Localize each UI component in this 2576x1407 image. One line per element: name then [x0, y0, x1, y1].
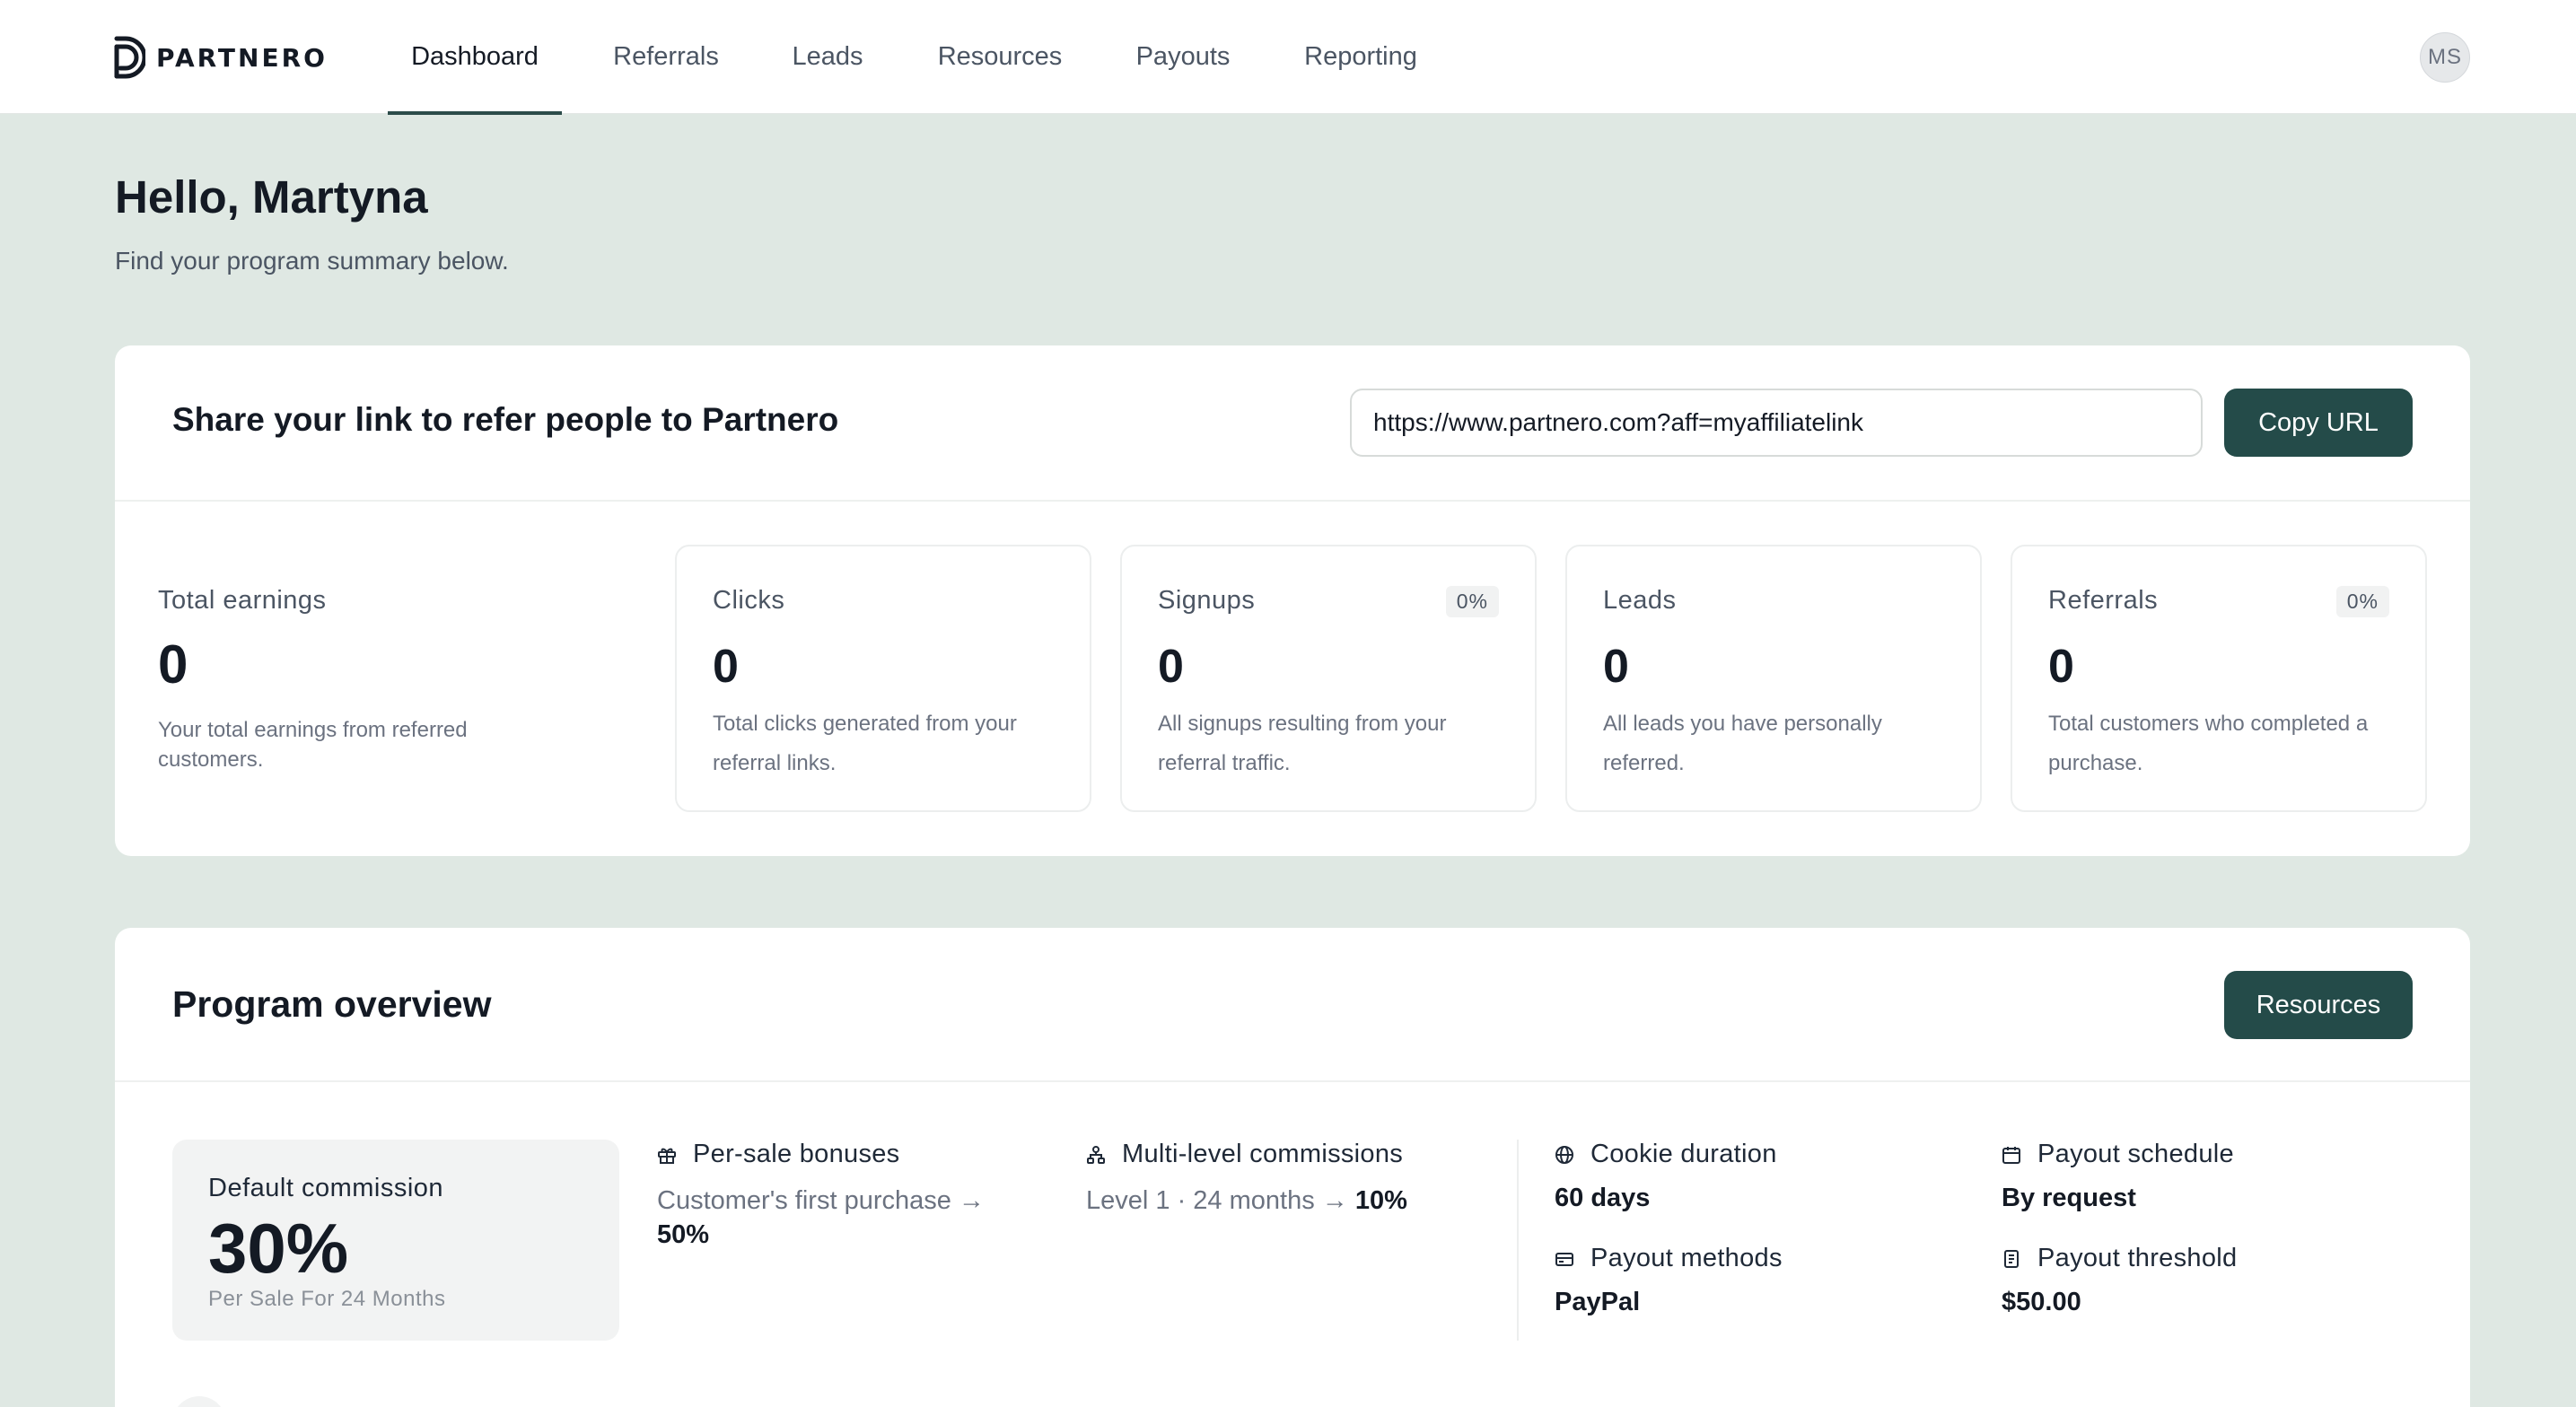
- cookie-label: Cookie duration: [1590, 1140, 1777, 1168]
- page-title: Hello, Martyna: [115, 171, 428, 223]
- user-avatar[interactable]: MS: [2420, 32, 2470, 83]
- referral-url-input[interactable]: [1350, 389, 2203, 457]
- cookie-duration: Cookie duration 60 days: [1555, 1140, 1950, 1213]
- multilevel-text: Level 1 · 24 months →: [1086, 1186, 1348, 1215]
- brand-name: PARTNERO: [156, 42, 328, 73]
- partnero-logo-icon: [114, 36, 145, 79]
- tab-leads[interactable]: Leads: [768, 0, 887, 114]
- percentage-badge: 0%: [1445, 586, 1499, 617]
- payout-schedule: Payout schedule By request: [2002, 1140, 2396, 1213]
- tab-payouts[interactable]: Payouts: [1113, 0, 1253, 114]
- bonuses-value: 50%: [657, 1220, 710, 1249]
- cookie-value: 60 days: [1555, 1184, 1651, 1212]
- commission-label: Default commission: [208, 1174, 444, 1202]
- stat-total-earnings: Total earnings 0 Your total earnings fro…: [158, 586, 661, 774]
- globe-icon: [1555, 1145, 1573, 1164]
- stat-description: Total clicks generated from your referra…: [713, 712, 1017, 775]
- payout-methods: Payout methods PayPal: [1555, 1244, 1950, 1317]
- stat-label: Total earnings: [158, 586, 327, 615]
- stat-description: Total customers who completed a purchase…: [2048, 712, 2369, 775]
- stat-value: 0: [2048, 641, 2074, 693]
- stat-description: All leads you have personally referred.: [1603, 712, 1882, 775]
- stat-label: Referrals: [2048, 586, 2159, 615]
- program-overview-title: Program overview: [172, 983, 492, 1025]
- resources-button[interactable]: Resources: [2224, 971, 2413, 1039]
- stat-value: 0: [1603, 641, 1629, 693]
- stat-value: 0: [1158, 641, 1184, 693]
- commission-subtitle: Per Sale For 24 Months: [208, 1287, 446, 1311]
- stat-value: 0: [713, 641, 739, 693]
- credit-card-icon: [1555, 1252, 1573, 1266]
- multilevel-value: 10%: [1354, 1186, 1407, 1215]
- partnero-logo[interactable]: PARTNERO: [113, 34, 328, 81]
- receipt-icon: [2004, 1249, 2019, 1268]
- card-divider: [115, 1080, 2470, 1082]
- methods-label: Payout methods: [1590, 1244, 1783, 1272]
- tab-dashboard[interactable]: Dashboard: [388, 0, 562, 115]
- tab-resources[interactable]: Resources: [917, 0, 1082, 114]
- per-sale-bonuses: Per-sale bonuses Customer's first purcha…: [657, 1140, 1034, 1252]
- calendar-icon: [2002, 1146, 2020, 1164]
- stat-description: All signups resulting from your referral…: [1158, 712, 1447, 775]
- vertical-divider: [1517, 1140, 1519, 1341]
- schedule-label: Payout schedule: [2037, 1140, 2234, 1168]
- partial-element-below: [172, 1396, 226, 1407]
- stat-leads: Leads 0 All leads you have personally re…: [1565, 545, 1982, 812]
- threshold-value: $50.00: [2002, 1288, 2081, 1316]
- gift-icon: [658, 1148, 676, 1164]
- tab-reporting[interactable]: Reporting: [1282, 0, 1440, 114]
- bonuses-text: Customer's first purchase →: [657, 1186, 985, 1215]
- stat-signups: Signups 0% 0 All signups resulting from …: [1120, 545, 1537, 812]
- stat-label: Clicks: [713, 586, 785, 615]
- stat-referrals: Referrals 0% 0 Total customers who compl…: [2011, 545, 2427, 812]
- share-link-title: Share your link to refer people to Partn…: [172, 401, 839, 438]
- top-navigation: PARTNERO Dashboard Referrals Leads Resou…: [0, 0, 2576, 115]
- percentage-badge: 0%: [2335, 586, 2389, 617]
- copy-url-button[interactable]: Copy URL: [2224, 389, 2413, 457]
- multilevel-label: Multi-level commissions: [1122, 1140, 1404, 1168]
- stat-label: Leads: [1603, 586, 1677, 615]
- stat-description: Your total earnings from referred custom…: [158, 718, 468, 772]
- threshold-label: Payout threshold: [2037, 1244, 2238, 1272]
- card-divider: [115, 500, 2470, 502]
- tab-referrals[interactable]: Referrals: [592, 0, 740, 114]
- methods-value: PayPal: [1555, 1288, 1641, 1316]
- stat-clicks: Clicks 0 Total clicks generated from you…: [675, 545, 1091, 812]
- stat-label: Signups: [1158, 586, 1256, 615]
- hierarchy-icon: [1087, 1145, 1105, 1164]
- multi-level-commissions: Multi-level commissions Level 1 · 24 mon…: [1086, 1140, 1499, 1218]
- schedule-value: By request: [2002, 1184, 2136, 1212]
- page-subtitle: Find your program summary below.: [115, 247, 509, 275]
- stat-value: 0: [158, 634, 188, 695]
- bonuses-label: Per-sale bonuses: [693, 1140, 900, 1168]
- payout-threshold: Payout threshold $50.00: [2002, 1244, 2396, 1317]
- referral-link-card: Share your link to refer people to Partn…: [115, 345, 2470, 856]
- commission-value: 30%: [208, 1209, 349, 1288]
- program-overview-card: Program overview Resources Default commi…: [115, 928, 2470, 1407]
- default-commission-box: Default commission 30% Per Sale For 24 M…: [172, 1140, 619, 1341]
